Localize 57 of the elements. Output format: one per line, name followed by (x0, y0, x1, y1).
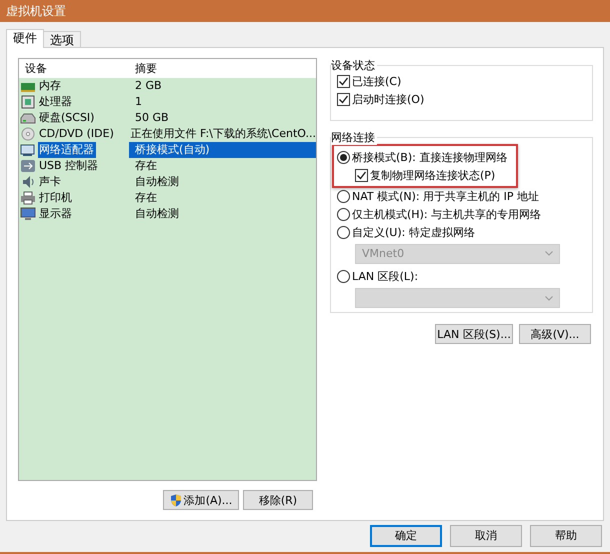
device-name[interactable]: 内存 (38, 78, 63, 94)
device-summary: 1 (134, 94, 143, 110)
dropdown-caret-icon (545, 251, 553, 256)
add-button[interactable]: 添加(A)... (163, 490, 239, 510)
printer-icon (20, 191, 36, 205)
tab[interactable]: 硬件 (6, 29, 44, 48)
radio-button[interactable] (337, 226, 350, 239)
device-name[interactable]: 声卡 (38, 174, 63, 190)
device-summary: 2 GB (134, 78, 163, 94)
radio-button[interactable] (337, 208, 350, 221)
network-adapter-icon (20, 143, 36, 157)
radio-label: NAT 模式(N): 用于共享主机的 IP 地址 (352, 189, 539, 204)
device-summary: 存在 (134, 158, 158, 174)
radio-label: 仅主机模式(H): 与主机共享的专用网络 (352, 207, 542, 222)
usb-icon (20, 159, 36, 173)
device-name[interactable]: 显示器 (38, 206, 74, 222)
dropdown-caret-icon (545, 296, 553, 301)
group-title: 网络连接 (331, 130, 377, 145)
chip-icon (20, 95, 36, 109)
group-title: 设备状态 (331, 58, 377, 73)
device-name[interactable]: CD/DVD (IDE) (38, 126, 116, 142)
lan-segment-button[interactable]: LAN 区段(S)... (435, 324, 513, 344)
device-summary: 桥接模式(自动) (129, 142, 316, 158)
device-name[interactable]: 硬盘(SCSI) (38, 110, 96, 126)
tab[interactable]: 选项 (43, 31, 81, 48)
radio-label: 桥接模式(B): 直接连接物理网络 (352, 150, 508, 164)
radio-label: 自定义(U): 特定虚拟网络 (352, 224, 475, 240)
device-summary: 自动检测 (134, 174, 180, 190)
device-summary: 正在使用文件 F:\下载的系统\CentO... (129, 126, 316, 142)
column-header: 设备 (24, 61, 48, 76)
checkbox-label: 已连接(C) (352, 74, 402, 88)
disc-icon (20, 127, 36, 141)
device-summary: 50 GB (134, 110, 170, 126)
checkbox[interactable] (337, 92, 350, 106)
radio-label: LAN 区段(L): (352, 269, 418, 284)
window-title: 虚拟机设置 (6, 2, 66, 20)
device-name[interactable]: 处理器 (38, 94, 74, 110)
remove-button[interactable]: 移除(R) (243, 490, 313, 510)
checkbox[interactable] (337, 74, 350, 88)
checkbox-label: 启动时连接(O) (352, 92, 424, 106)
radio-button[interactable] (337, 150, 350, 164)
advanced-button[interactable]: 高级(V)... (519, 324, 591, 344)
radio-button[interactable] (337, 190, 350, 204)
dialog-button[interactable]: 帮助 (530, 524, 602, 546)
column-header: 摘要 (134, 61, 158, 76)
device-name[interactable]: USB 控制器 (38, 158, 100, 174)
device-summary: 存在 (134, 190, 158, 206)
device-name[interactable]: 打印机 (38, 190, 74, 206)
device-name[interactable]: 网络适配器 (38, 142, 96, 158)
radio-button[interactable] (337, 270, 350, 284)
checkbox-label: 复制物理网络连接状态(P) (370, 168, 496, 182)
speaker-icon (20, 175, 36, 189)
checkbox[interactable] (355, 168, 368, 182)
dialog-button[interactable]: 取消 (450, 524, 522, 546)
dialog-button[interactable]: 确定 (370, 524, 442, 546)
device-summary: 自动检测 (134, 206, 180, 222)
monitor-icon (20, 207, 36, 221)
